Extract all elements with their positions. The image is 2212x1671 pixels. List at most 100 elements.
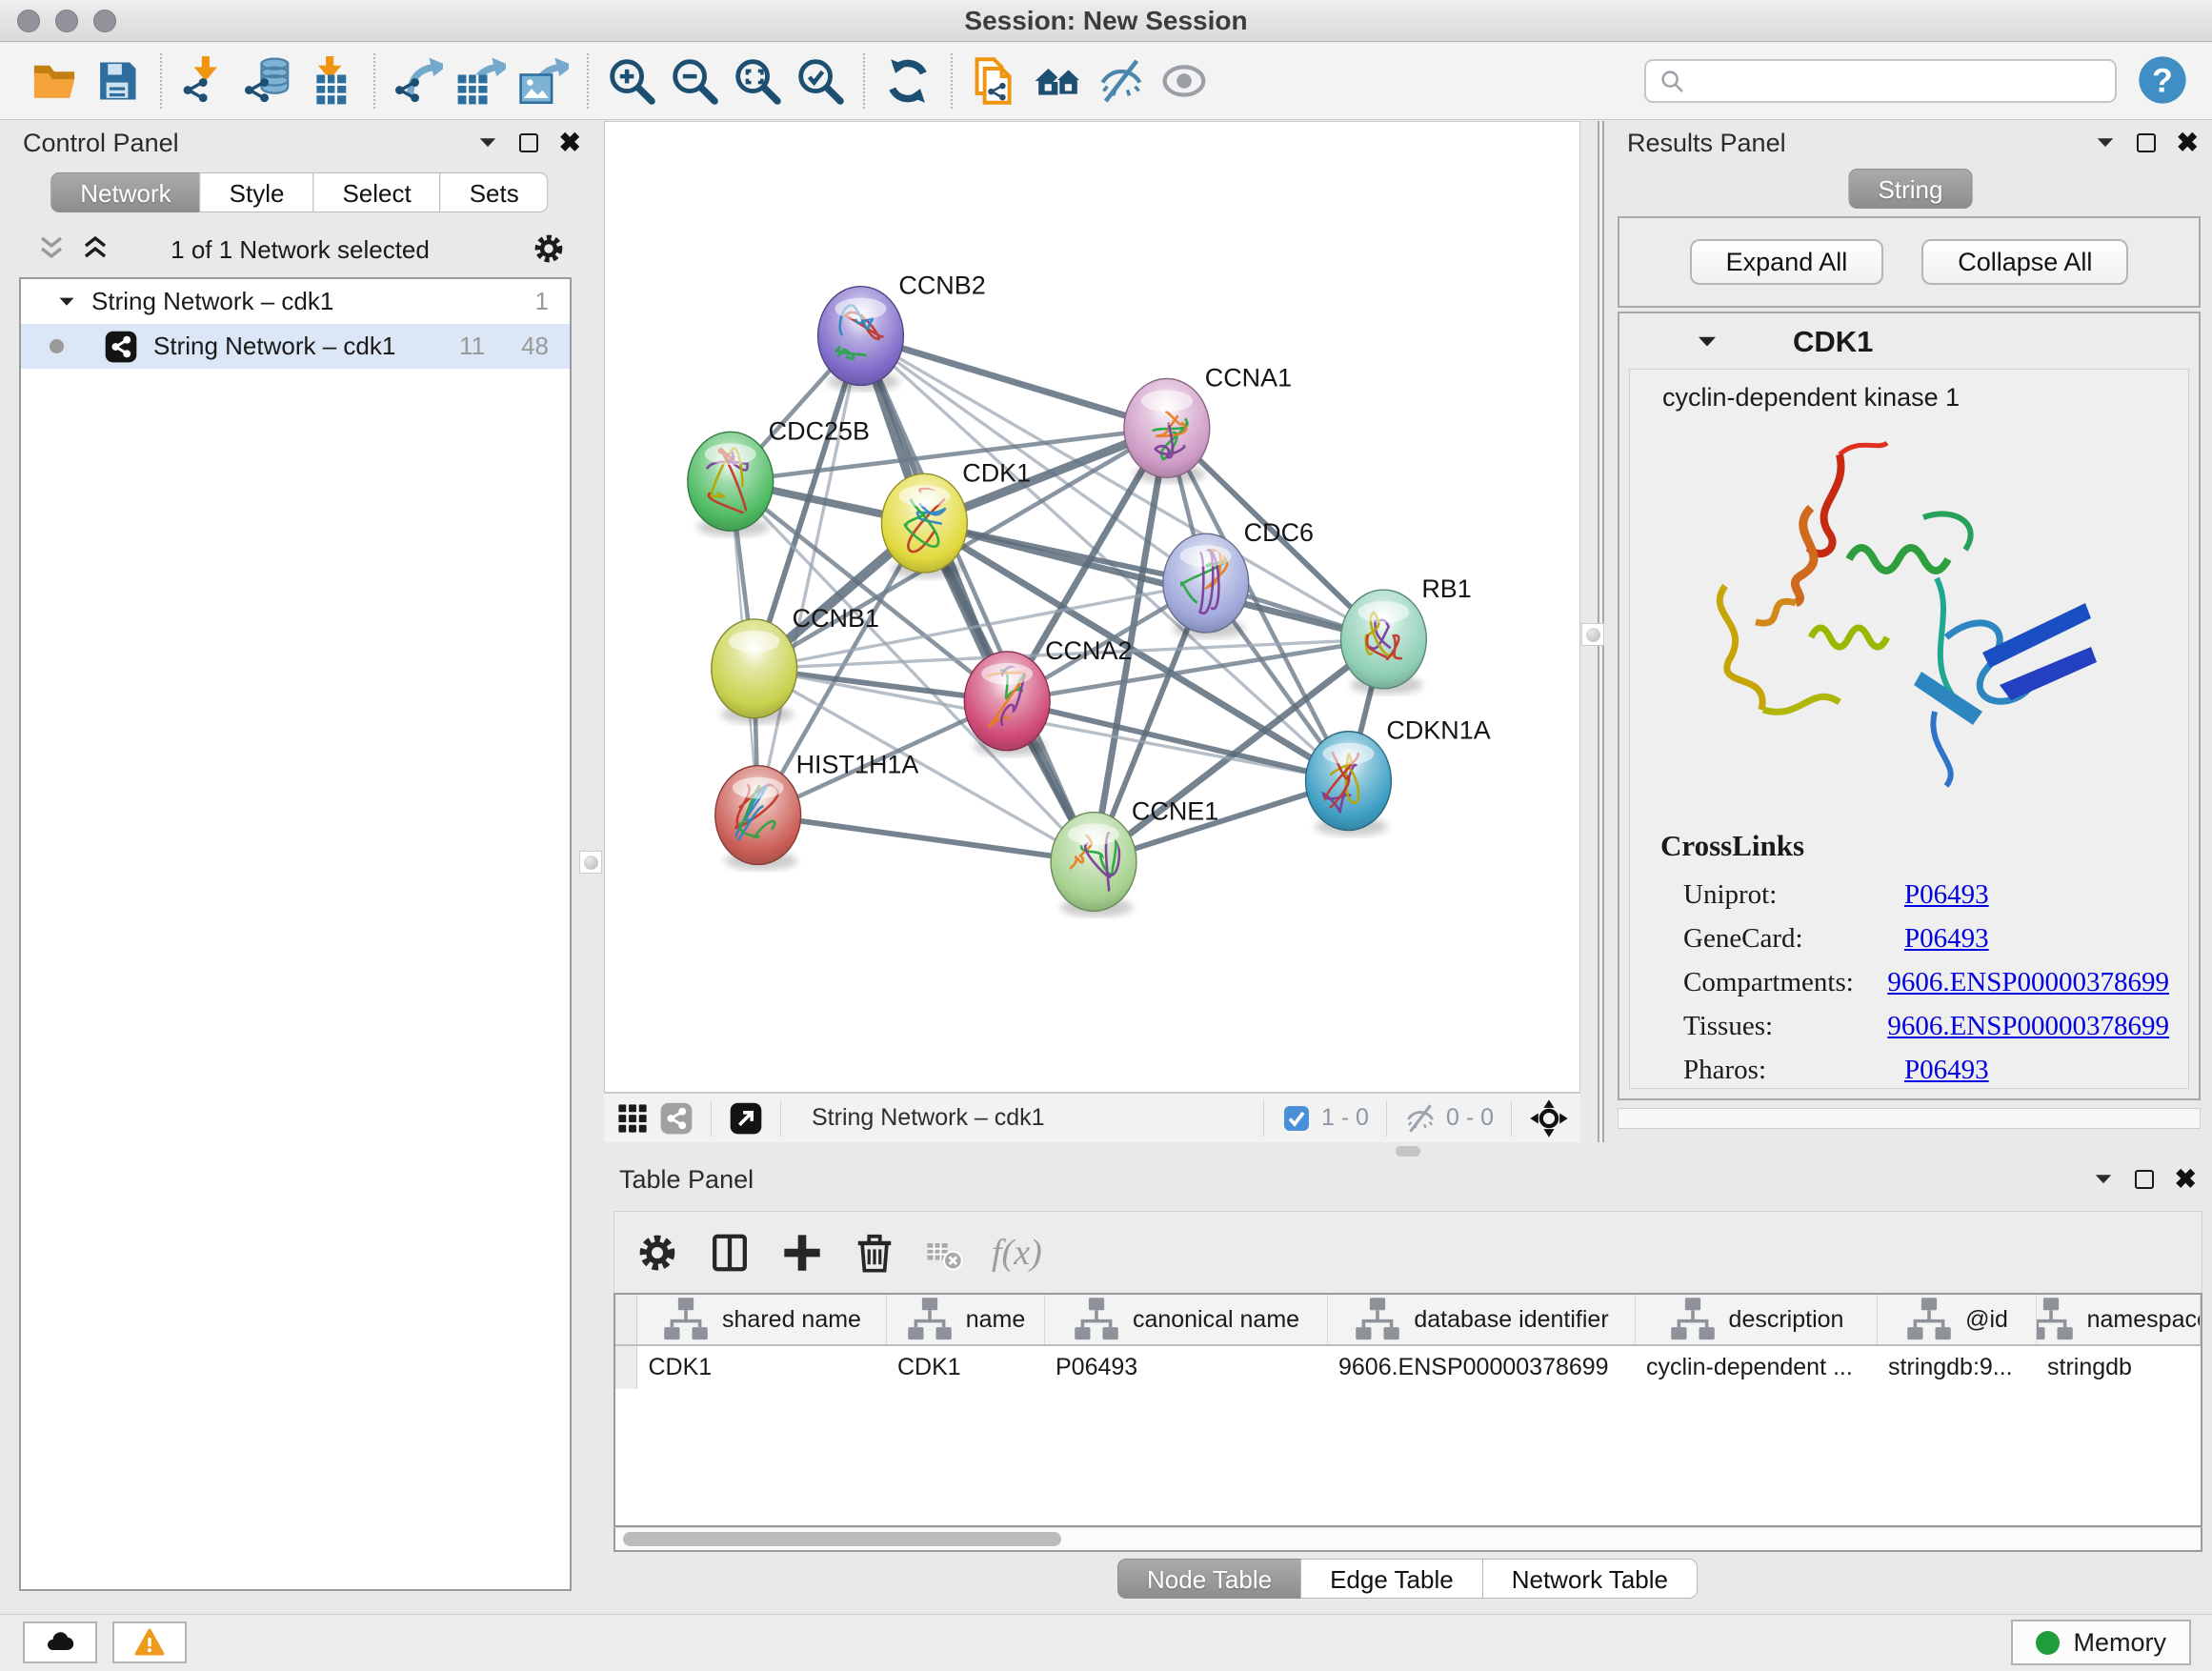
node-CCNB2[interactable]	[818, 287, 904, 392]
column-header[interactable]: name	[886, 1295, 1044, 1345]
network-graph[interactable]: CCNB2CCNA1CDC25BCDK1CDC6RB1CCNB1CCNA2CDK…	[605, 122, 1579, 1092]
control-panel-menu-icon[interactable]	[477, 132, 498, 153]
tab-style[interactable]: Style	[200, 172, 314, 212]
network-row[interactable]: String Network – cdk1 11 48	[21, 324, 570, 369]
network-view[interactable]: CCNB2CCNA1CDC25BCDK1CDC6RB1CCNB1CCNA2CDK…	[604, 121, 1580, 1093]
node-CCNB1[interactable]	[712, 619, 797, 724]
column-header[interactable]: @id	[1877, 1295, 2036, 1345]
control-panel-close-icon[interactable]: ✖	[559, 133, 581, 152]
crosslink-link[interactable]: 9606.ENSP00000378699	[1887, 1011, 2169, 1042]
node-RB1[interactable]	[1340, 590, 1426, 695]
node-CCNE1[interactable]	[1051, 813, 1136, 917]
show-all-button[interactable]	[1153, 49, 1216, 113]
cloud-status-button[interactable]	[23, 1621, 97, 1663]
hide-selected-button[interactable]	[1090, 49, 1153, 113]
tab-node-table[interactable]: Node Table	[1117, 1559, 1301, 1599]
column-header[interactable]: canonical name	[1044, 1295, 1327, 1345]
table-panel-menu-icon[interactable]	[2093, 1169, 2114, 1190]
help-button[interactable]	[2136, 54, 2189, 108]
tab-select[interactable]: Select	[312, 172, 440, 212]
delete-column-trash-icon[interactable]	[853, 1231, 896, 1275]
node-CDKN1A[interactable]	[1306, 732, 1392, 836]
export-image-button[interactable]	[513, 49, 575, 113]
import-network-button[interactable]	[173, 49, 236, 113]
crosslink-link[interactable]: 9606.ENSP00000378699	[1887, 967, 2169, 998]
table-cell[interactable]: CDK1	[886, 1345, 1044, 1389]
zoom-out-button[interactable]	[663, 49, 726, 113]
results-panel-float-icon[interactable]	[2137, 133, 2156, 152]
import-table-button[interactable]	[299, 49, 362, 113]
show-all-icon	[1159, 56, 1209, 106]
network-collection-row[interactable]: String Network – cdk1 1	[21, 279, 570, 324]
birds-eye-grid-icon[interactable]	[615, 1101, 650, 1136]
node-HIST1H1A[interactable]	[715, 766, 801, 871]
node-CDC25B[interactable]	[688, 432, 774, 536]
open-session-button[interactable]	[23, 49, 86, 113]
refresh-button[interactable]	[876, 49, 939, 113]
column-header[interactable]: shared name	[636, 1295, 886, 1345]
table-scrollbar-thumb[interactable]	[623, 1532, 1061, 1546]
tab-sets[interactable]: Sets	[440, 172, 549, 212]
warnings-button[interactable]	[112, 1621, 187, 1663]
column-header[interactable]: database identifier	[1327, 1295, 1635, 1345]
node-table[interactable]: shared namenamecanonical namedatabase id…	[613, 1293, 2202, 1527]
control-panel-float-icon[interactable]	[519, 133, 538, 152]
zoom-in-button[interactable]	[600, 49, 663, 113]
tab-network-table[interactable]: Network Table	[1482, 1559, 1698, 1599]
export-network-button[interactable]	[387, 49, 450, 113]
column-header[interactable]: namespace	[2036, 1295, 2201, 1345]
right-splitter-handle[interactable]	[1581, 623, 1604, 646]
crosslink-link[interactable]: P06493	[1904, 1055, 1989, 1086]
tab-edge-table[interactable]: Edge Table	[1300, 1559, 1483, 1599]
zoom-fit-button[interactable]	[726, 49, 789, 113]
export-table-button[interactable]	[450, 49, 513, 113]
table-cell[interactable]: stringdb	[2036, 1345, 2201, 1389]
navigator-crosshair-icon[interactable]	[1529, 1098, 1569, 1138]
expand-all-button[interactable]: Expand All	[1690, 239, 1884, 285]
expand-collapse-toolbar: Expand All Collapse All	[1618, 216, 2201, 308]
results-panel-scrollbar[interactable]	[1618, 1108, 2201, 1129]
collection-caret-icon[interactable]	[57, 292, 76, 312]
collapse-all-button[interactable]: Collapse All	[1921, 239, 2128, 285]
table-row[interactable]: CDK1CDK1P064939606.ENSP00000378699cyclin…	[615, 1345, 2201, 1389]
create-column-plus-icon[interactable]	[780, 1231, 824, 1275]
column-type-icon	[2036, 1295, 2076, 1344]
help-icon	[2137, 54, 2188, 106]
show-columns-icon[interactable]	[708, 1231, 752, 1275]
network-from-selection-button[interactable]	[964, 49, 1027, 113]
results-panel-close-icon[interactable]: ✖	[2177, 133, 2199, 152]
table-settings-gear-icon[interactable]	[635, 1231, 679, 1275]
application-window: Session: New Session Control Panel ✖ Net…	[0, 0, 2212, 1671]
import-network-from-database-button[interactable]	[236, 49, 299, 113]
horizontal-splitter[interactable]	[604, 1142, 2212, 1159]
gene-collapse-caret-icon[interactable]	[1696, 331, 1719, 353]
save-session-button[interactable]	[86, 49, 149, 113]
zoom-selected-button[interactable]	[789, 49, 852, 113]
node-CCNA1[interactable]	[1124, 378, 1210, 483]
crosslink-link[interactable]: P06493	[1904, 923, 1989, 955]
main-toolbar	[0, 43, 2212, 120]
crosslink-link[interactable]: P06493	[1904, 879, 1989, 911]
table-panel-float-icon[interactable]	[2135, 1170, 2154, 1189]
table-cell[interactable]: stringdb:9...	[1877, 1345, 2036, 1389]
results-panel-menu-icon[interactable]	[2095, 132, 2116, 153]
first-neighbors-button[interactable]	[1027, 49, 1090, 113]
table-horizontal-scrollbar[interactable]	[613, 1527, 2202, 1552]
table-cell[interactable]: P06493	[1044, 1345, 1327, 1389]
memory-button[interactable]: Memory	[2011, 1620, 2191, 1665]
table-cell[interactable]: cyclin-dependent ...	[1635, 1345, 1877, 1389]
table-cell[interactable]: 9606.ENSP00000378699	[1327, 1345, 1635, 1389]
left-splitter-handle[interactable]	[579, 851, 602, 874]
column-header[interactable]: description	[1635, 1295, 1877, 1345]
node-CDK1[interactable]	[881, 473, 967, 578]
table-cell[interactable]: CDK1	[636, 1345, 886, 1389]
crosslink-label: Uniprot:	[1683, 879, 1904, 911]
table-panel-close-icon[interactable]: ✖	[2175, 1170, 2197, 1189]
tab-string[interactable]: String	[1849, 169, 1973, 209]
network-options-gear-icon[interactable]	[532, 232, 566, 266]
network-edges[interactable]	[731, 336, 1384, 862]
search-input[interactable]	[1694, 68, 2103, 95]
network-type-share-icon[interactable]	[659, 1101, 694, 1136]
tab-network[interactable]: Network	[50, 172, 200, 212]
open-in-window-icon[interactable]	[729, 1101, 763, 1136]
